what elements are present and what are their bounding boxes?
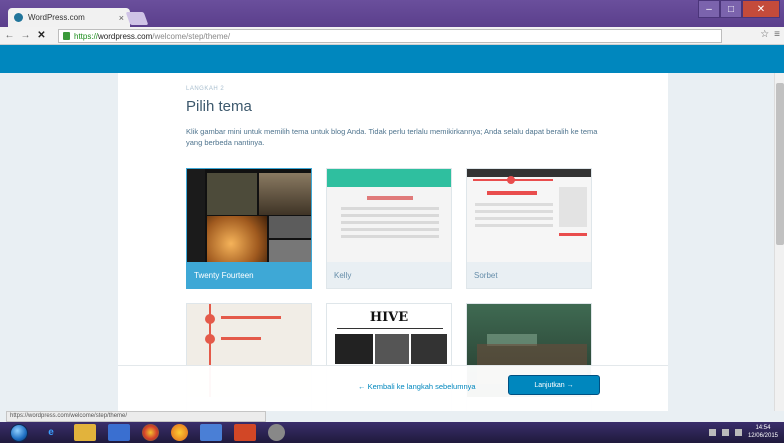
signup-card: LANGKAH 2 Pilih tema Klik gambar mini un… — [118, 73, 668, 411]
system-tray: 14:54 12/06/2015 — [708, 424, 778, 440]
window-controls: – □ ✕ — [698, 0, 780, 20]
powerpoint-icon[interactable] — [234, 424, 256, 441]
theme-name: Sorbet — [467, 262, 591, 288]
thumb-photo — [207, 173, 257, 215]
thumb-text-line — [475, 203, 553, 206]
thumb-text-line — [475, 217, 553, 220]
theme-thumbnail — [187, 169, 311, 262]
thumb-photo — [207, 216, 267, 262]
thumb-text-line — [341, 228, 439, 231]
internet-explorer-icon[interactable]: e — [40, 424, 62, 441]
back-to-previous-step-link[interactable]: ← Kembali ke langkah sebelumnya — [358, 382, 476, 391]
page-scrollbar[interactable] — [774, 73, 784, 411]
thumb-text-line — [475, 224, 553, 227]
theme-name: Kelly — [327, 262, 451, 288]
scrollbar-thumb[interactable] — [776, 83, 784, 245]
theme-name: Twenty Fourteen — [187, 262, 311, 288]
lock-icon — [63, 32, 70, 40]
thumb-post-title — [221, 316, 281, 319]
theme-kelly[interactable]: Kelly — [326, 168, 452, 289]
thumb-sidebar — [187, 169, 205, 262]
tab-close-icon[interactable]: × — [119, 13, 124, 23]
url-path: /welcome/step/theme/ — [152, 31, 231, 41]
maximize-button[interactable]: □ — [720, 0, 742, 18]
step-label: LANGKAH 2 — [186, 86, 225, 92]
thumb-post-title — [487, 191, 537, 195]
tab-title: WordPress.com — [28, 13, 85, 22]
theme-twenty-fourteen[interactable]: Twenty Fourteen — [186, 168, 312, 289]
wordpress-masterbar — [0, 45, 784, 73]
step-action-bar: ← Kembali ke langkah sebelumnya Lanjutka… — [118, 365, 668, 411]
thumb-text-line — [341, 207, 439, 210]
app-icon[interactable] — [200, 424, 222, 441]
url-host: wordpress.com — [98, 31, 153, 41]
thumb-photo — [375, 334, 409, 364]
clock-date: 12/06/2015 — [747, 433, 778, 439]
menu-icon[interactable]: ≡ — [774, 29, 780, 40]
stop-icon[interactable]: ✕ — [35, 29, 48, 43]
browser-toolbar: ← → ✕ https:// wordpress.com /welcome/st… — [0, 27, 784, 45]
thumb-text-line — [475, 210, 553, 213]
clock-time: 14:54 — [755, 425, 771, 431]
thumb-rule — [337, 328, 443, 329]
app-icon[interactable] — [108, 424, 130, 441]
thumb-photo — [335, 334, 373, 364]
thumb-text-line — [341, 214, 439, 217]
thumb-timeline-dot — [205, 314, 215, 324]
chrome-icon[interactable] — [142, 424, 159, 441]
page-viewport: LANGKAH 2 Pilih tema Klik gambar mini un… — [0, 73, 784, 411]
new-tab-button[interactable] — [125, 12, 149, 25]
thumb-post-title — [367, 196, 413, 200]
toolbar-right-icons: ☆ ≡ — [760, 29, 780, 40]
url-scheme: https:// — [74, 31, 99, 41]
thumb-top-bar — [467, 169, 591, 177]
bookmark-star-icon[interactable]: ☆ — [760, 29, 769, 40]
theme-thumbnail — [467, 169, 591, 262]
link-status-bubble: https://wordpress.com/welcome/step/theme… — [6, 411, 266, 422]
continue-button[interactable]: Lanjutkan → — [508, 375, 600, 395]
back-arrow-icon[interactable]: ← — [3, 29, 16, 43]
network-icon[interactable] — [721, 428, 729, 436]
thumb-calendar-widget — [559, 187, 587, 227]
address-bar[interactable]: https:// wordpress.com /welcome/step/the… — [58, 29, 722, 43]
page-title: Pilih tema — [186, 98, 252, 115]
theme-sorbet[interactable]: Sorbet — [466, 168, 592, 289]
windows-taskbar: e 14:54 12/06/2015 — [0, 422, 784, 443]
thumb-photo — [411, 334, 447, 364]
browser-tab[interactable]: WordPress.com × — [8, 8, 130, 27]
wordpress-favicon-icon — [14, 13, 23, 22]
thumb-post-title — [221, 337, 261, 340]
thumb-accent-dot — [507, 176, 515, 184]
firefox-icon[interactable] — [171, 424, 188, 441]
thumb-accent-line — [559, 233, 587, 236]
minimize-button[interactable]: – — [698, 0, 720, 18]
thumb-text-line — [341, 221, 439, 224]
close-window-button[interactable]: ✕ — [742, 0, 780, 18]
intro-text: Klik gambar mini untuk memilih tema untu… — [186, 127, 598, 147]
tray-icon[interactable] — [708, 428, 716, 436]
thumb-photo — [269, 240, 311, 262]
system-clock[interactable]: 14:54 12/06/2015 — [748, 424, 778, 440]
file-explorer-icon[interactable] — [74, 424, 96, 441]
start-button[interactable] — [10, 423, 28, 442]
thumb-timeline-dot — [205, 334, 215, 344]
thumb-text-line — [341, 235, 439, 238]
thumb-photo — [269, 216, 311, 238]
thumb-header-bar — [327, 169, 451, 187]
app-icon[interactable] — [268, 424, 285, 441]
theme-thumbnail — [327, 169, 451, 262]
browser-title-bar: WordPress.com × – □ ✕ — [0, 0, 784, 27]
forward-arrow-icon[interactable]: → — [19, 29, 32, 43]
volume-icon[interactable] — [734, 428, 742, 436]
thumb-logo-text: HIVE — [369, 310, 409, 325]
thumb-photo — [259, 173, 311, 215]
